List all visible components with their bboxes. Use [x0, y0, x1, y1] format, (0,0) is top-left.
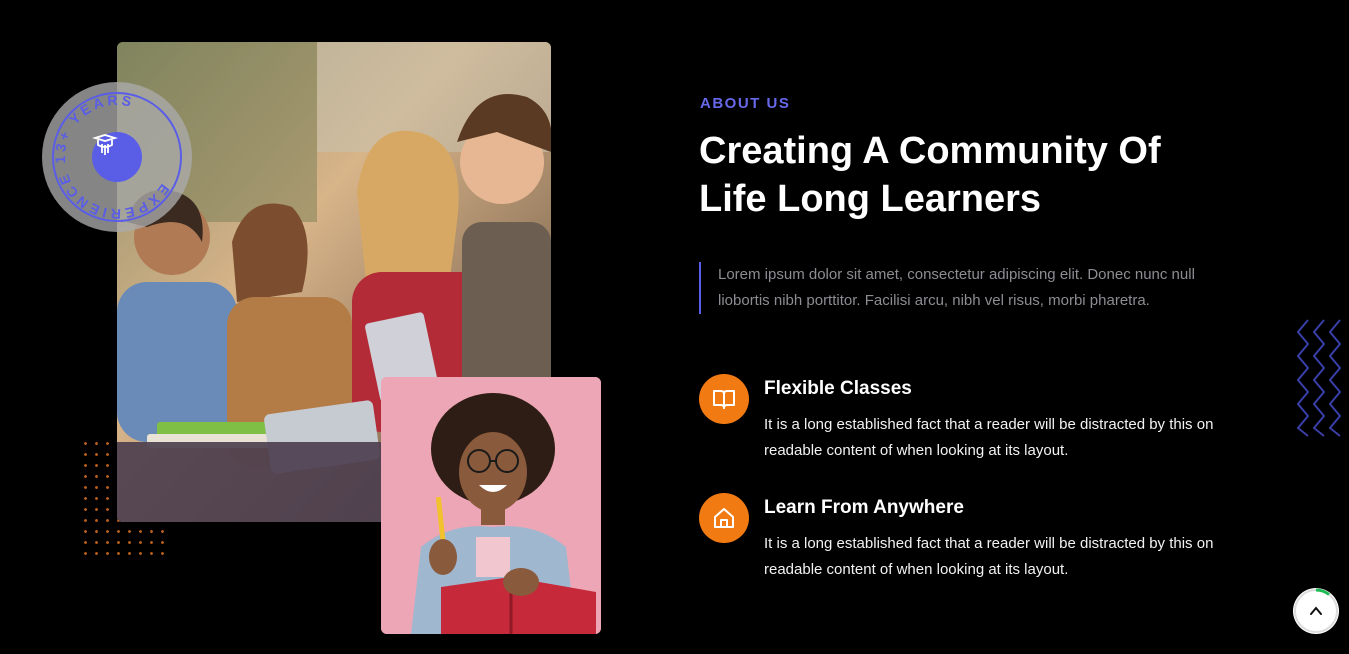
student-portrait-photo: [381, 377, 601, 634]
decorative-zigzag: [1294, 318, 1342, 443]
headline-line-1: Creating A Community Of: [699, 130, 1161, 172]
book-open-icon: [699, 374, 749, 424]
feature-title: Learn From Anywhere: [764, 497, 964, 518]
experience-badge: EXPERIENCE 13+ YEARS: [42, 82, 192, 232]
headline-line-2: Life Long Learners: [699, 178, 1042, 220]
chevron-up-icon: [1308, 603, 1324, 619]
home-icon: [699, 493, 749, 543]
feature-title: Flexible Classes: [764, 378, 912, 399]
feature-description: It is a long established fact that a rea…: [764, 535, 1214, 578]
graduation-cap-icon: [92, 132, 142, 182]
page-title: Creating A Community Of Life Long Learne…: [699, 127, 1259, 223]
scroll-to-top-button[interactable]: [1293, 588, 1339, 634]
feature-description: It is a long established fact that a rea…: [764, 416, 1214, 459]
about-description: Lorem ipsum dolor sit amet, consectetur …: [699, 262, 1239, 314]
section-eyebrow: ABOUT US: [700, 95, 791, 112]
